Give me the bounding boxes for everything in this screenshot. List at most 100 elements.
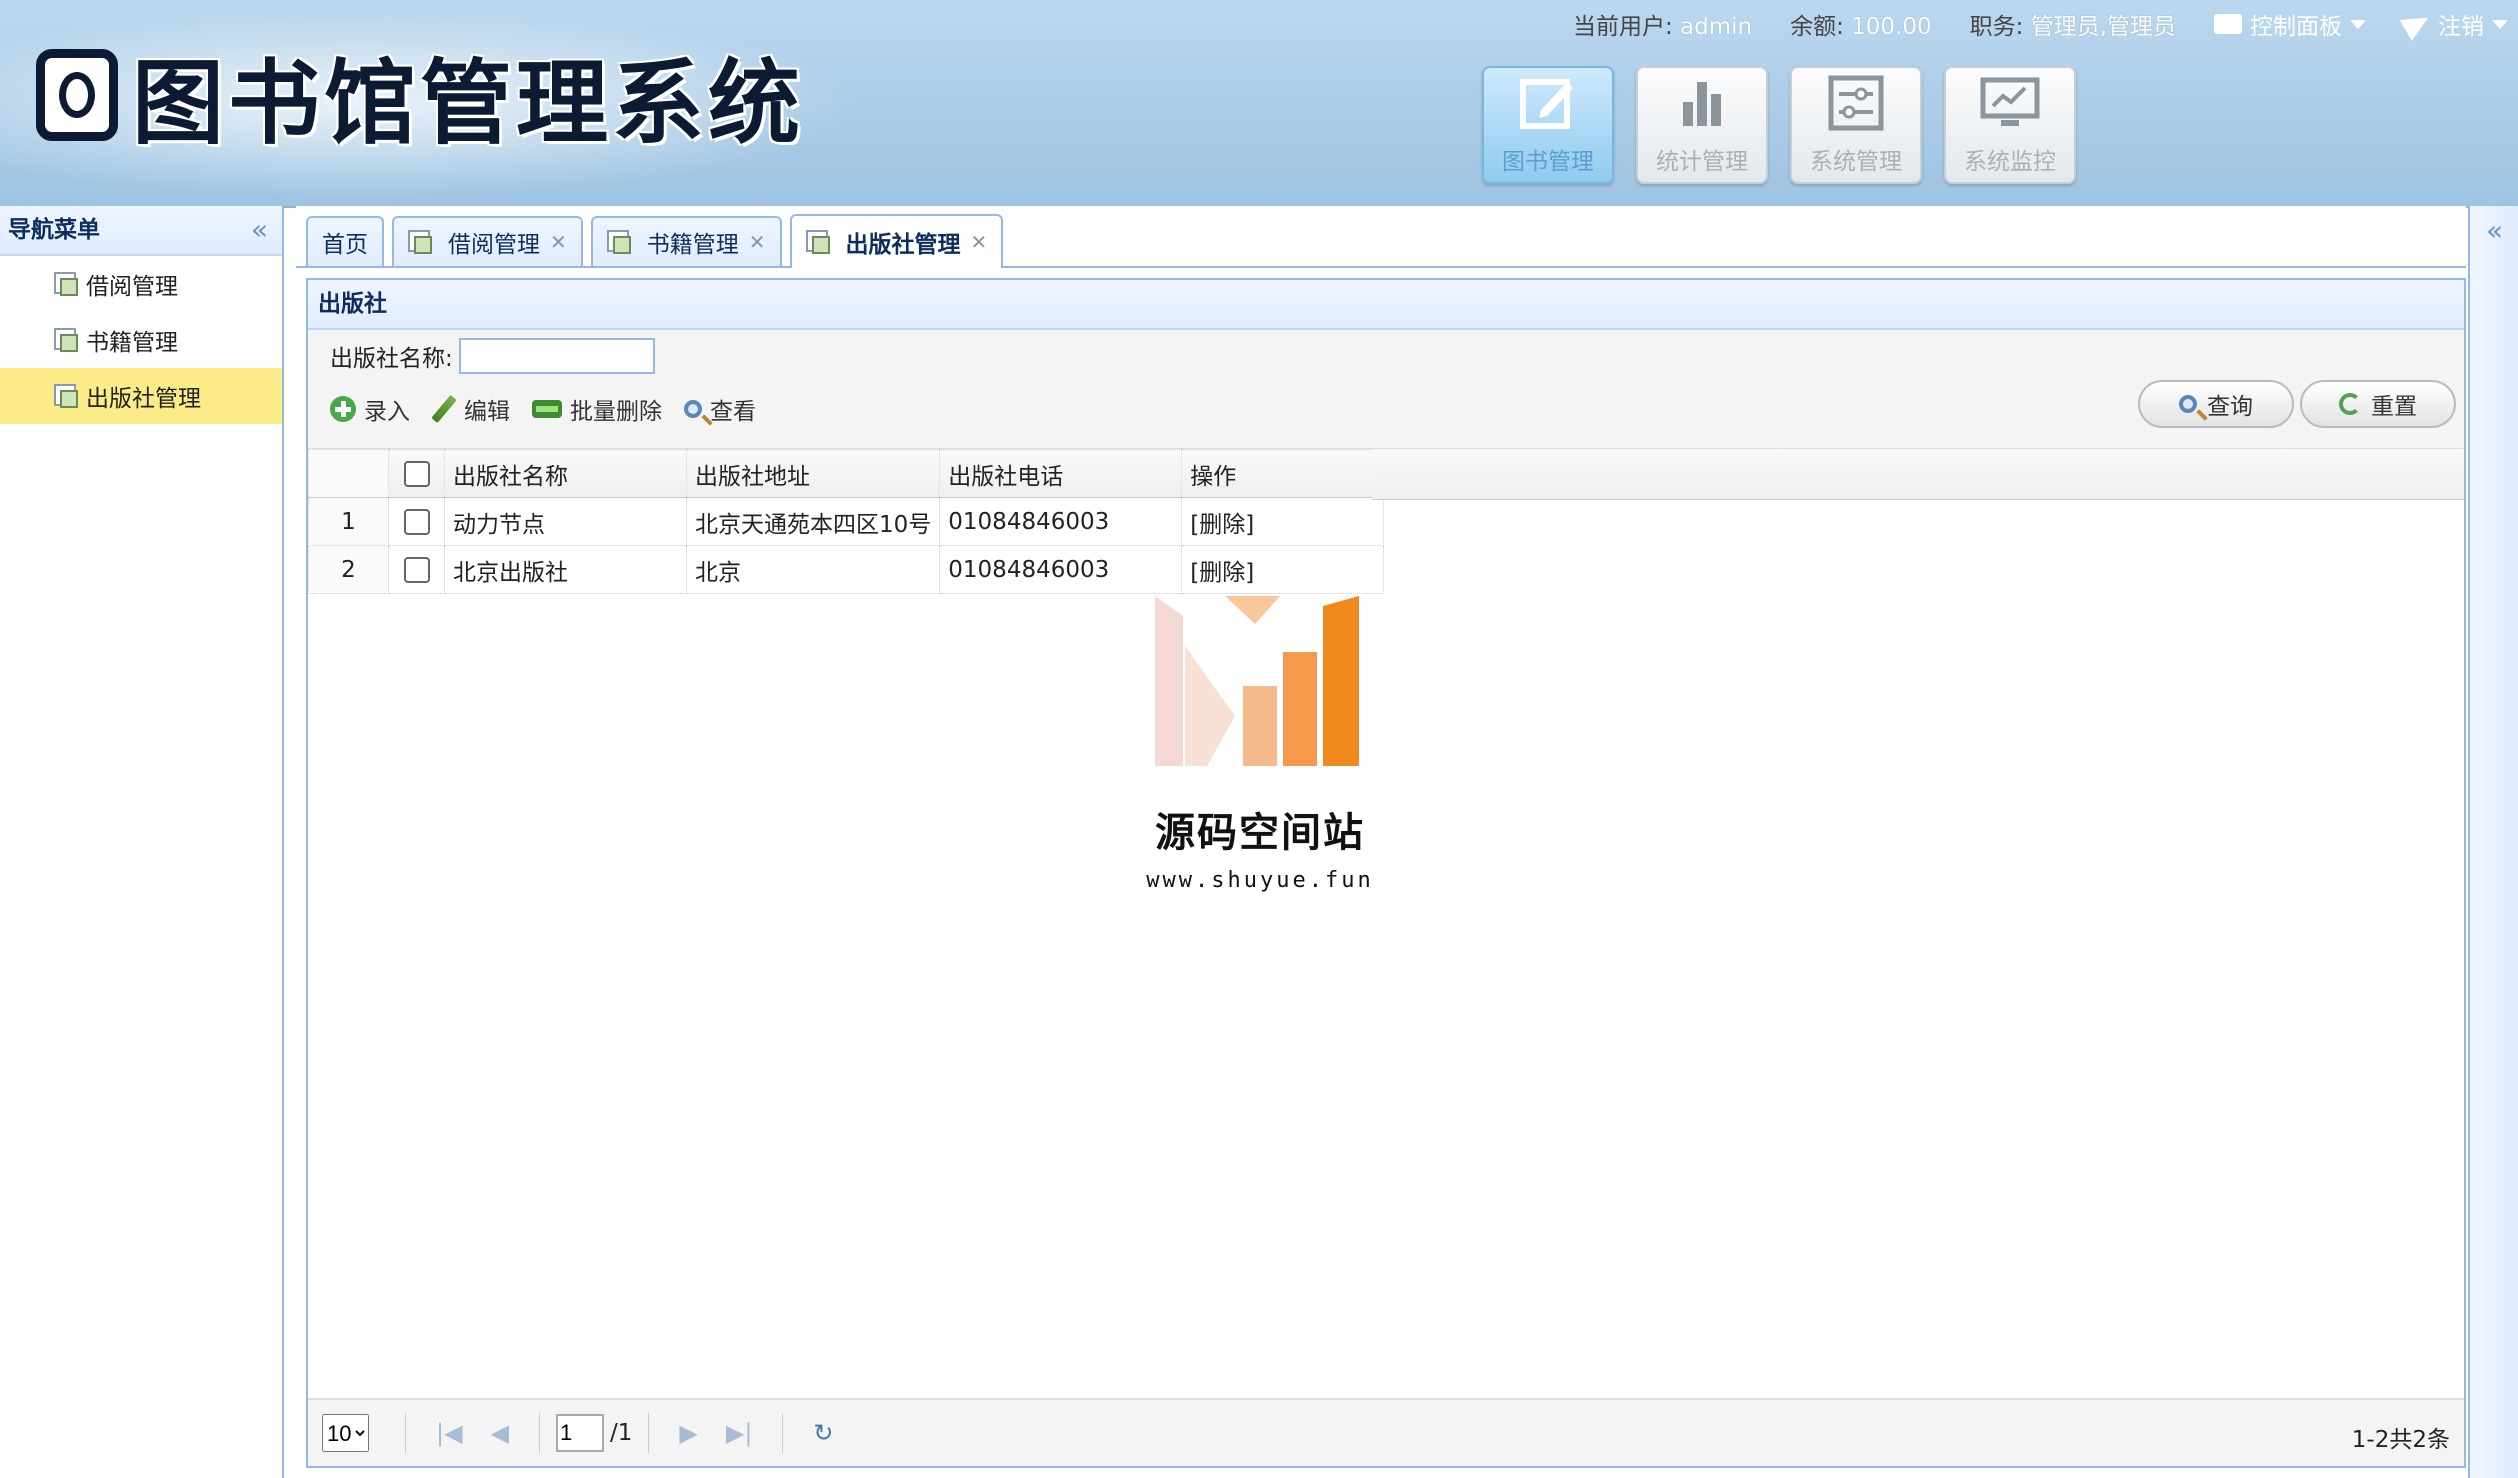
publisher-phone-cell: 01084846003 [939, 545, 1183, 594]
module-system-button[interactable]: 系统管理 [1790, 66, 1922, 184]
row-checkbox[interactable] [403, 508, 430, 535]
edit-icon [1520, 79, 1573, 129]
page-icon [805, 230, 830, 254]
view-button[interactable]: 查看 [684, 392, 756, 426]
chevron-down-icon [2492, 19, 2508, 29]
page-icon [54, 272, 78, 296]
search-icon [2179, 395, 2197, 413]
row-checkbox[interactable] [403, 556, 430, 583]
page-size-select[interactable]: 10 [322, 1414, 369, 1452]
tab-publishers[interactable]: 出版社管理 ✕ [789, 214, 1004, 268]
close-icon[interactable]: ✕ [749, 230, 766, 254]
tab-borrow[interactable]: 借阅管理 ✕ [392, 216, 583, 266]
reset-button[interactable]: 重置 [2300, 380, 2456, 428]
page-icon [408, 230, 432, 254]
header: 图书馆管理系统 当前用户: admin 余额: 100.00 职务: 管理员,管… [0, 0, 2518, 208]
datagrid: 出版社名称 出版社地址 出版社电话 操作 1 动力节点 北京天通苑本四区10号 … [308, 449, 2464, 1349]
watermark-url: www.shuyue.fun [1146, 868, 1374, 893]
next-page-icon[interactable]: ▶ [679, 1419, 697, 1447]
total-pages: /1 [610, 1420, 633, 1446]
page-icon [54, 384, 78, 408]
search-icon [684, 400, 702, 418]
prev-page-icon[interactable]: ◀ [491, 1419, 509, 1447]
module-buttons: 图书管理 统计管理 系统管理 系统监控 [1482, 66, 2076, 184]
role: 职务: 管理员,管理员 [1969, 14, 2176, 40]
search-row: 出版社名称: [330, 338, 655, 374]
monitor-icon [1980, 77, 2040, 126]
control-panel-menu[interactable]: 控制面板 [2214, 7, 2366, 41]
publisher-phone-cell: 01084846003 [939, 497, 1183, 546]
publisher-address-cell: 北京天通苑本四区10号 [685, 497, 941, 546]
search-buttons: 查询 重置 [2138, 380, 2456, 428]
refresh-icon [2339, 393, 2361, 415]
east-panel-collapsed[interactable]: « [2468, 206, 2518, 1478]
watermark-title: 源码空间站 [1155, 810, 1365, 856]
close-icon[interactable]: ✕ [971, 230, 988, 254]
last-page-icon[interactable]: ▶| [726, 1419, 753, 1447]
nav-title: 导航菜单 « [0, 206, 282, 256]
module-monitor-button[interactable]: 系统监控 [1944, 66, 2076, 184]
module-book-management-button[interactable]: 图书管理 [1482, 66, 1614, 184]
publisher-address-cell: 北京 [685, 545, 941, 594]
column-header[interactable]: 出版社地址 [685, 449, 941, 498]
select-all-checkbox[interactable] [403, 460, 430, 487]
row-number: 2 [308, 545, 389, 594]
sidebar-item-books[interactable]: 书籍管理 [0, 312, 282, 368]
watermark-logo-icon [1155, 596, 1359, 766]
publisher-name-input[interactable] [458, 338, 655, 374]
first-page-icon[interactable]: |◀ [436, 1419, 463, 1447]
watermark: 源码空间站 www.shuyue.fun [1130, 596, 1390, 893]
expand-left-icon[interactable]: « [2486, 214, 2503, 247]
page-number-input[interactable] [556, 1414, 605, 1452]
pagination-info: 1-2共2条 [2351, 1427, 2450, 1453]
batch-delete-button[interactable]: 批量删除 [532, 392, 662, 426]
chevron-down-icon [2350, 19, 2366, 29]
add-button[interactable]: 录入 [330, 392, 410, 426]
query-button[interactable]: 查询 [2138, 380, 2294, 428]
folder-icon [2214, 14, 2242, 34]
search-label: 出版社名称: [330, 346, 453, 372]
current-user: 当前用户: admin [1572, 14, 1753, 40]
tab-home[interactable]: 首页 [306, 216, 384, 266]
delete-link[interactable]: [删除] [1181, 545, 1385, 594]
column-header[interactable]: 出版社电话 [939, 449, 1183, 498]
edit-button[interactable]: 编辑 [431, 392, 510, 426]
navigation-panel: 导航菜单 « 借阅管理 书籍管理 出版社管理 [0, 206, 284, 1478]
app-title: 图书馆管理系统 [132, 49, 805, 157]
tab-books[interactable]: 书籍管理 ✕ [590, 216, 782, 266]
close-icon[interactable]: ✕ [550, 230, 567, 254]
bar-chart-icon [1683, 82, 1721, 126]
publisher-name-cell: 北京出版社 [444, 545, 687, 594]
pagination-bar: 10 |◀ ◀ /1 ▶ ▶| ↻ 1-2共2条 [308, 1398, 2464, 1466]
column-header[interactable]: 出版社名称 [444, 449, 687, 498]
send-icon [2399, 7, 2435, 41]
panel-title: 出版社 [308, 280, 2464, 330]
refresh-icon[interactable]: ↻ [813, 1419, 833, 1447]
sidebar-item-publishers[interactable]: 出版社管理 [0, 368, 282, 424]
tab-bar: 首页 借阅管理 ✕ 书籍管理 ✕ 出版社管理 ✕ [296, 206, 2466, 268]
logo-emblem-icon [36, 49, 118, 141]
publisher-name-cell: 动力节点 [444, 497, 687, 546]
sidebar-item-borrow[interactable]: 借阅管理 [0, 256, 282, 312]
publisher-table: 出版社名称 出版社地址 出版社电话 操作 1 动力节点 北京天通苑本四区10号 … [308, 449, 1385, 594]
page-icon [54, 328, 78, 352]
action-buttons: 录入 编辑 批量删除 查看 [330, 392, 756, 426]
page-icon [606, 230, 631, 254]
settings-sliders-icon [1828, 75, 1884, 131]
table-header-row: 出版社名称 出版社地址 出版社电话 操作 [308, 449, 1385, 498]
balance: 余额: 100.00 [1790, 14, 1932, 40]
module-statistics-button[interactable]: 统计管理 [1636, 66, 1768, 184]
remove-icon [532, 400, 562, 418]
table-row[interactable]: 2 北京出版社 北京 01084846003 [删除] [308, 545, 1385, 594]
collapse-left-icon[interactable]: « [251, 206, 268, 254]
row-number: 1 [308, 497, 389, 546]
delete-link[interactable]: [删除] [1181, 497, 1385, 546]
logout-menu[interactable]: 注销 [2399, 7, 2508, 41]
toolbar: 出版社名称: 录入 编辑 批量删除 查看 查询 重置 [308, 330, 2464, 449]
user-info-bar: 当前用户: admin 余额: 100.00 职务: 管理员,管理员 控制面板 … [1573, 6, 2518, 42]
pencil-icon [431, 394, 457, 424]
app-logo: 图书馆管理系统 [36, 40, 804, 157]
column-header: 操作 [1181, 449, 1385, 498]
add-icon [330, 396, 356, 422]
table-row[interactable]: 1 动力节点 北京天通苑本四区10号 01084846003 [删除] [308, 497, 1385, 546]
